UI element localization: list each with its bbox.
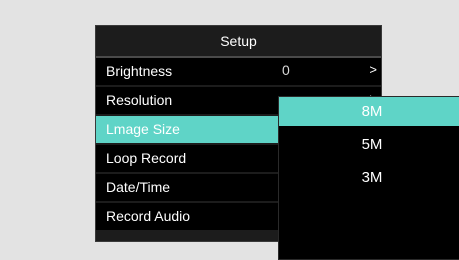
menu-item-label: Record Audio [106,208,191,224]
option-3m[interactable]: 3M [279,163,459,192]
option-label: 3M [361,169,383,186]
menu-item-value: 0 [282,62,290,78]
menu-item-label: Date/Time [106,179,171,195]
option-5m[interactable]: 5M [279,130,459,159]
option-8m[interactable]: 8M [279,97,459,126]
menu-item-label: Loop Record [106,150,187,166]
chevron-right-icon: > [369,62,377,77]
setup-header: Setup [96,26,381,58]
menu-item-label: Lmage Size [106,121,180,137]
menu-item-label: Resolution [106,92,173,108]
option-label: 5M [361,136,383,153]
setup-title: Setup [220,33,257,49]
setup-panel: Setup Brightness 0 > Resolution > Lmage … [95,25,459,260]
option-label: 8M [361,103,383,120]
image-size-popup: 8M 5M 3M [278,96,459,260]
menu-item-label: Brightness [106,63,173,79]
menu-item-brightness[interactable]: Brightness 0 > [96,58,381,85]
